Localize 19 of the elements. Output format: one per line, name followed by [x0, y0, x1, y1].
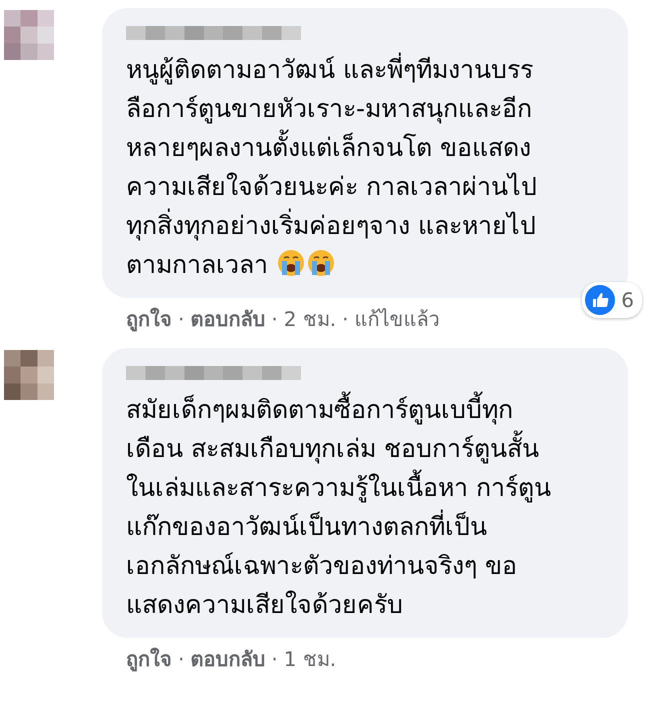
action-link[interactable]: ถูกใจ — [126, 307, 172, 331]
action-link[interactable]: ตอบกลับ — [190, 307, 266, 331]
comment-text: สมัยเด็กๆผมติดตามซื้อการ์ตูนเบบี้ทุก เดือน สะสมเกือบทุกเล่ม ชอบการ์ตูนสั้น ในเล่มและสาระความรู้ในเนื้อหา การ์ตูน แก๊กของอาวัฒน์เป็นทางตลกที่เป็น เอกลักษณ์เฉพาะตัวของท่านจริงๆ ขอ แสดงความเสียใจด้วยครับ — [126, 390, 604, 624]
separator-dot: · — [271, 307, 278, 331]
timestamp[interactable]: 2 ชม. — [284, 307, 336, 331]
separator-dot: · — [342, 307, 349, 331]
action-link[interactable]: ถูกใจ — [126, 647, 172, 671]
separator-dot: · — [178, 307, 184, 331]
crying-face-icon — [276, 248, 306, 278]
like-icon — [585, 285, 616, 315]
action-link[interactable]: ตอบกลับ — [190, 647, 266, 671]
reaction-badge[interactable]: 6 — [582, 282, 642, 318]
separator-dot: · — [178, 647, 184, 671]
separator-dot: · — [271, 647, 278, 671]
timestamp[interactable]: 1 ชม. — [284, 647, 336, 671]
reaction-count: 6 — [621, 287, 634, 314]
edited-label: แก้ไขแล้ว — [354, 307, 440, 331]
comment-text: หนูผู้ติดตามอาวัฒน์ และพี่ๆทีมงานบรร ลือการ์ตูนขายหัวเราะ-มหาสนุกและอีก หลายๆผลงานตั้งแต่เล็กจนโต ขอแสดง ความเสียใจด้วยนะค่ะ กาลเวลาผ่านไป ทุกสิ่งทุกอย่างเริ่มค่อยๆจาง และหายไป ตามกาลเวลา — [126, 50, 604, 284]
crying-face-icon — [306, 248, 336, 278]
